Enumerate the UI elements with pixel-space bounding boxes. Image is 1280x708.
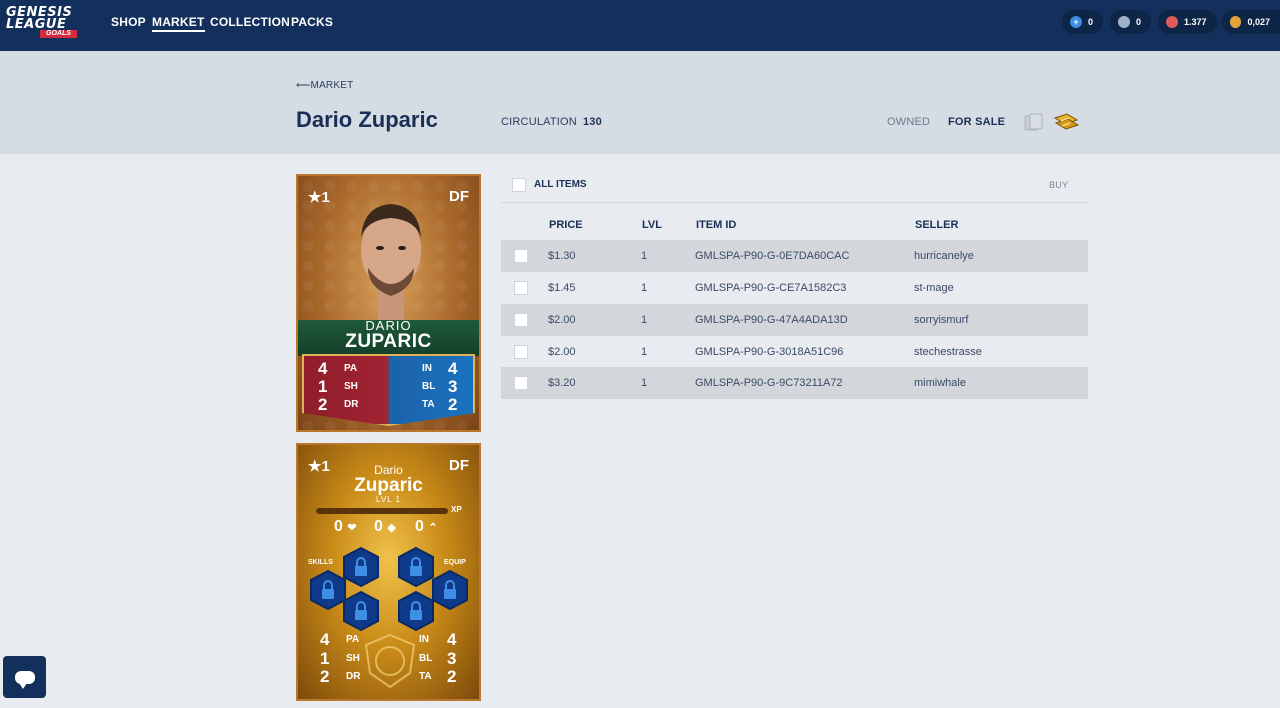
card-stack-icon[interactable] (1024, 113, 1046, 131)
row-checkbox[interactable] (514, 376, 528, 390)
buy-button[interactable]: BUY (1049, 180, 1068, 190)
circulation: CIRCULATION 130 (501, 116, 602, 128)
row-checkbox[interactable] (514, 345, 528, 359)
currency-red-token[interactable]: 1.377 (1158, 10, 1217, 34)
logo-line-3: GOALS (40, 30, 77, 38)
seller-cell: mimiwhale (914, 377, 966, 389)
item-id-cell: GMLSPA-P90-G-47A4ADA13D (695, 314, 848, 326)
red-token-icon (1166, 16, 1178, 28)
plus-token-icon: + (1070, 16, 1082, 28)
column-header-price[interactable]: PRICE (549, 219, 583, 231)
stats-panel: 4 PA 1 SH 2 DR IN 4 BL 3 TA 2 (302, 354, 475, 426)
price-cell: $1.45 (548, 282, 576, 294)
locked-slot-icon[interactable] (431, 570, 469, 610)
locked-slot-icon[interactable] (342, 547, 380, 587)
row-checkbox[interactable] (514, 313, 528, 327)
lvl-cell: 1 (641, 282, 648, 294)
page-title: Dario Zuparic (296, 107, 438, 132)
item-id-cell: GMLSPA-P90-G-9C73211A72 (695, 377, 843, 389)
price-cell: $1.30 (548, 250, 576, 262)
boost-counter-3: 0 ⌃ (415, 518, 438, 535)
genesis-league-logo[interactable]: GENESIS LEAGUE GOALS (6, 6, 86, 38)
gold-coin-icon (1230, 16, 1242, 28)
nav-shop[interactable]: SHOP (111, 15, 146, 29)
locked-slot-icon[interactable] (397, 591, 435, 631)
last-name: ZUPARIC (345, 331, 432, 352)
level-label: LVL 1 (375, 495, 401, 504)
skills-label: SKILLS (308, 559, 333, 566)
nav-collection[interactable]: COLLECTION (210, 15, 290, 29)
locked-slot-icon[interactable] (342, 591, 380, 631)
xp-bar (316, 508, 448, 514)
seller-cell: stechestrasse (914, 346, 982, 358)
lvl-cell: 1 (641, 314, 648, 326)
column-header-item-id[interactable]: ITEM ID (696, 219, 736, 231)
seller-cell: st-mage (914, 282, 954, 294)
top-navbar: GENESIS LEAGUE GOALS SHOP MARKET COLLECT… (0, 0, 1280, 51)
item-id-cell: GMLSPA-P90-G-CE7A1582C3 (695, 282, 847, 294)
item-id-cell: GMLSPA-P90-G-0E7DA60CAC (695, 250, 850, 262)
circulation-label: CIRCULATION (501, 116, 577, 128)
nav-market[interactable]: MARKET (152, 15, 205, 32)
lvl-cell: 1 (641, 250, 648, 262)
column-header-seller[interactable]: SELLER (915, 219, 958, 231)
tab-owned[interactable]: OWNED (887, 116, 930, 128)
price-cell: $2.00 (548, 314, 576, 326)
divider (501, 202, 1088, 203)
price-cell: $2.00 (548, 346, 576, 358)
boost-counter-2: 0 ◈ (374, 518, 396, 535)
currency-value: 0,027 (1247, 17, 1270, 27)
nav-packs[interactable]: PACKS (291, 15, 333, 29)
lvl-cell: 1 (641, 346, 648, 358)
xp-label: XP (451, 505, 462, 514)
currency-value: 0 (1088, 17, 1094, 27)
table-row[interactable]: $2.00 1 GMLSPA-P90-G-47A4ADA13D sorryism… (501, 304, 1088, 336)
lvl-cell: 1 (641, 377, 648, 389)
position-label: DF (449, 188, 469, 205)
table-row[interactable]: $2.00 1 GMLSPA-P90-G-3018A51C96 stechest… (501, 336, 1088, 368)
currency-gold-coin[interactable]: 0,027 (1222, 10, 1280, 34)
boost-counter-1: 0 ❤ (334, 518, 357, 535)
star-rating: ★1 (308, 189, 330, 206)
back-to-market-link[interactable]: ⟵MARKET (296, 80, 353, 91)
header-band (0, 51, 1280, 154)
football-crest-icon (364, 633, 416, 689)
currency-plus-token[interactable]: + 0 (1062, 10, 1104, 34)
locked-slot-icon[interactable] (397, 547, 435, 587)
table-row[interactable]: $1.30 1 GMLSPA-P90-G-0E7DA60CAC hurrican… (501, 240, 1088, 272)
select-all-checkbox[interactable] (512, 178, 526, 192)
table-row[interactable]: $1.45 1 GMLSPA-P90-G-CE7A1582C3 st-mage (501, 272, 1088, 304)
currency-value: 1.377 (1184, 17, 1207, 27)
row-checkbox[interactable] (514, 281, 528, 295)
currency-value: 0 (1136, 17, 1142, 27)
circulation-value: 130 (582, 116, 602, 128)
seller-cell: hurricanelye (914, 250, 974, 262)
price-cell: $3.20 (548, 377, 576, 389)
silver-token-icon (1118, 16, 1130, 28)
chat-button[interactable] (3, 656, 46, 698)
equip-label: EQUIP (444, 559, 466, 566)
all-items-label: ALL ITEMS (534, 179, 587, 190)
gold-pack-icon[interactable] (1053, 112, 1079, 132)
seller-cell: sorryismurf (914, 314, 969, 326)
table-row[interactable]: $3.20 1 GMLSPA-P90-G-9C73211A72 mimiwhal… (501, 367, 1088, 399)
player-card-front[interactable]: ★1 DF DARIO ZUPARIC 4 PA 1 SH 2 DR IN 4 BL 3 … (296, 174, 481, 432)
chat-bubble-icon (14, 670, 35, 689)
player-card-back[interactable]: ★1 DF Dario Zuparic LVL 1 XP 0 ❤ 0 ◈ 0 ⌃… (296, 443, 481, 701)
row-checkbox[interactable] (514, 249, 528, 263)
column-header-lvl[interactable]: LVL (642, 219, 662, 231)
item-id-cell: GMLSPA-P90-G-3018A51C96 (695, 346, 844, 358)
tab-for-sale[interactable]: FOR SALE (948, 116, 1005, 128)
last-name: Zuparic (354, 475, 423, 496)
currency-silver-token[interactable]: 0 (1110, 10, 1152, 34)
